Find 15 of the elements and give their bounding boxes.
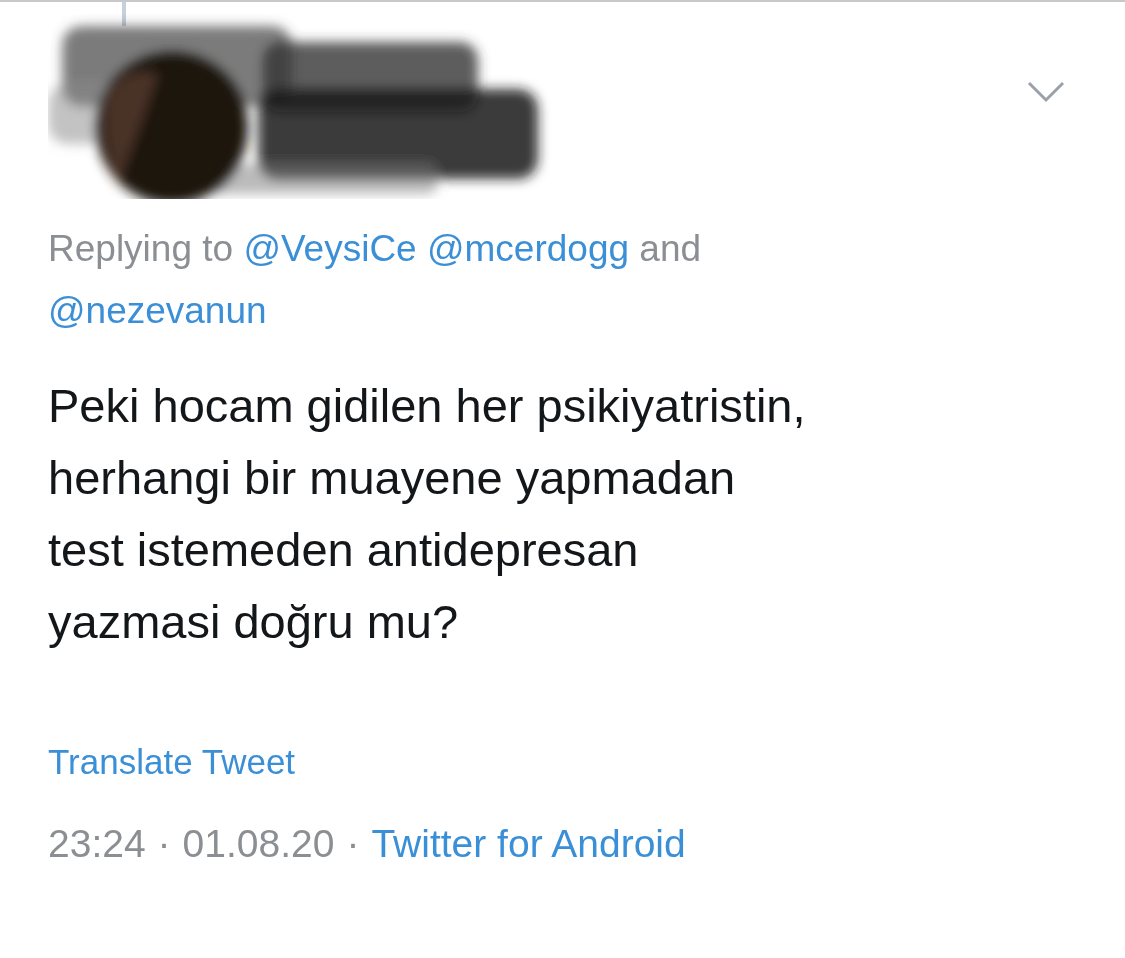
chevron-down-icon[interactable]	[1027, 80, 1065, 104]
translate-tweet-link[interactable]: Translate Tweet	[48, 742, 296, 782]
user-mention-link[interactable]: @VeysiCe	[243, 228, 417, 269]
tweet-text: yazmasi doğru mu?	[48, 594, 459, 650]
tweet-text: herhangi bir muayene yapmadan	[48, 450, 736, 506]
separator-dot: ·	[346, 822, 360, 866]
user-mention-link[interactable]: @mcerdogg	[426, 228, 630, 269]
user-mention-link[interactable]: @nezevanun	[48, 290, 267, 331]
tweet-source-link[interactable]: Twitter for Android	[371, 822, 686, 866]
tweet-time: 23:24	[48, 822, 146, 866]
separator-dot: ·	[157, 822, 171, 866]
replying-to-text: Replying to @VeysiCe @mcerdogg and @nezevanun	[48, 227, 703, 333]
tweet-text: test istemeden antidepresan	[48, 522, 639, 578]
tweet-text: Peki hocam gidilen her psikiyatristin,	[48, 378, 806, 434]
tweet-date: 01.08.20	[182, 822, 335, 866]
